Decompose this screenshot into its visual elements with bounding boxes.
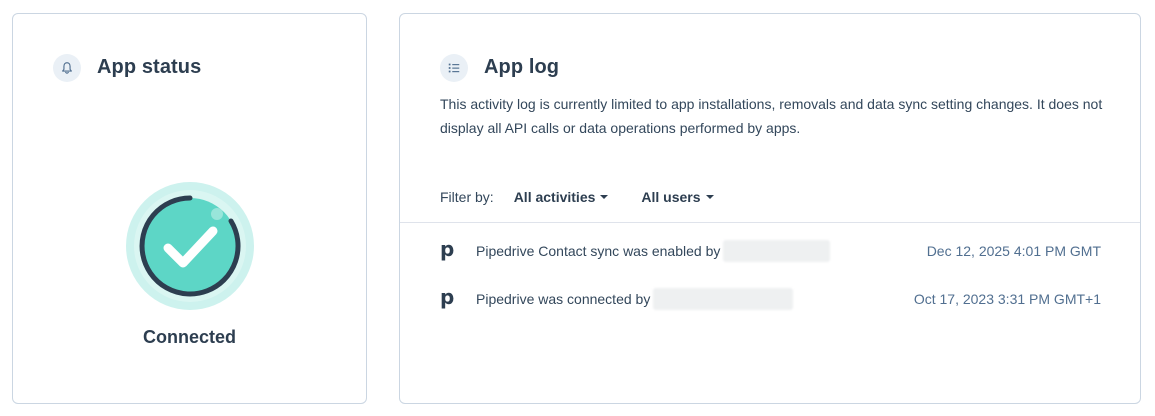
log-entry-text: Pipedrive Contact sync was enabled by xyxy=(476,243,721,259)
log-entry-timestamp: Dec 12, 2025 4:01 PM GMT xyxy=(926,243,1101,259)
users-filter-label: All users xyxy=(641,189,701,205)
log-entry: p Pipedrive was connected by Oct 17, 202… xyxy=(440,287,1101,311)
bell-icon xyxy=(53,54,81,82)
filter-bar: Filter by: All activities All users xyxy=(440,189,747,205)
redacted-user xyxy=(653,288,794,310)
list-icon xyxy=(440,54,468,82)
app-log-title: App log xyxy=(484,56,560,78)
log-entry: p Pipedrive Contact sync was enabled by … xyxy=(440,239,1101,263)
app-status-title: App status xyxy=(97,56,202,78)
pipedrive-logo-icon: p xyxy=(440,237,455,261)
connection-status: Connected xyxy=(142,327,236,347)
app-log-card: App log This activity log is currently l… xyxy=(399,13,1141,404)
redacted-user xyxy=(723,240,831,262)
activities-filter-dropdown[interactable]: All activities xyxy=(514,189,609,205)
filter-label: Filter by: xyxy=(440,189,494,205)
log-entry-text: Pipedrive was connected by xyxy=(476,291,651,307)
users-filter-dropdown[interactable]: All users xyxy=(641,189,714,205)
app-status-card: App status Connected xyxy=(12,13,367,404)
activities-filter-label: All activities xyxy=(513,189,596,205)
log-entry-timestamp: Oct 17, 2023 3:31 PM GMT+1 xyxy=(913,291,1101,307)
divider xyxy=(400,222,1140,223)
pipedrive-logo-icon: p xyxy=(440,285,455,309)
log-description: This activity log is currently limited t… xyxy=(440,96,1103,136)
caret-down-icon xyxy=(705,195,714,199)
caret-down-icon xyxy=(600,195,609,199)
check-circle-icon xyxy=(125,181,255,311)
